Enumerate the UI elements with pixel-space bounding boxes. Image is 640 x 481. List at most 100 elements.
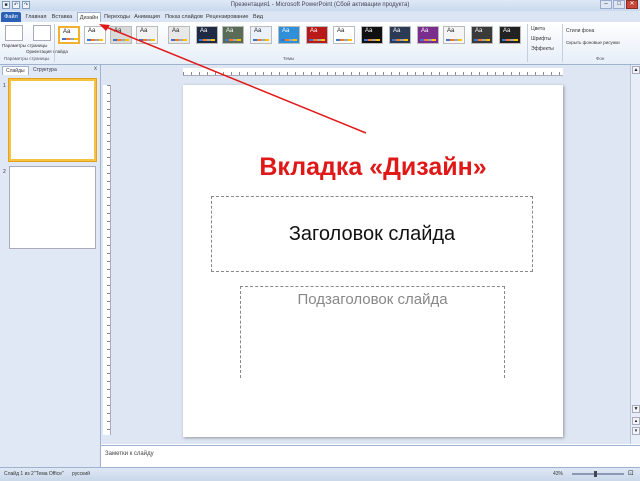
- theme-thumbnail[interactable]: Aa: [110, 26, 132, 44]
- tab-transitions[interactable]: Переходы: [104, 12, 130, 22]
- theme-thumbnail[interactable]: Aa: [499, 26, 521, 44]
- theme-color-bar: [87, 39, 103, 41]
- theme-color-bar: [225, 39, 241, 41]
- theme-sample: Aa: [365, 28, 373, 34]
- theme-sample: Aa: [63, 29, 71, 35]
- theme-color-bar: [171, 39, 187, 41]
- slide-thumbnail-1[interactable]: [9, 79, 96, 161]
- theme-sample: Aa: [226, 28, 234, 34]
- tab-review[interactable]: Рецензирование: [206, 12, 248, 22]
- undo-icon[interactable]: ↶: [12, 1, 20, 9]
- tab-view[interactable]: Вид: [251, 12, 265, 22]
- theme-sample: Aa: [172, 28, 180, 34]
- scroll-down-icon[interactable]: ▼: [632, 405, 640, 413]
- theme-thumbnail[interactable]: Aa: [417, 26, 439, 44]
- horizontal-ruler: [183, 68, 563, 76]
- close-panel-icon[interactable]: x: [94, 66, 97, 72]
- theme-color-bar: [474, 39, 490, 41]
- background-group-label: Фон: [596, 56, 605, 61]
- theme-thumbnail[interactable]: Aa: [222, 26, 244, 44]
- theme-thumbnail[interactable]: Aa: [361, 26, 383, 44]
- theme-color-bar: [62, 38, 78, 40]
- vertical-scrollbar[interactable]: ▲ ▼ ▴ ▾: [630, 65, 640, 444]
- background-styles-button[interactable]: Стили фона: [566, 28, 594, 34]
- maximize-button[interactable]: □: [613, 0, 625, 9]
- minimize-button[interactable]: –: [600, 0, 612, 9]
- previous-slide-icon[interactable]: ▴: [632, 417, 640, 425]
- theme-sample: Aa: [114, 28, 122, 34]
- theme-thumbnail[interactable]: Aa: [471, 26, 493, 44]
- theme-sample: Aa: [475, 28, 483, 34]
- group-separator: [562, 24, 563, 62]
- title-bar: ■ ↶ ↷ Презентация1 - Microsoft PowerPoin…: [0, 0, 640, 11]
- close-button[interactable]: ✕: [626, 0, 638, 9]
- theme-color-bar: [113, 39, 129, 41]
- slide-canvas[interactable]: Вкладка «Дизайн» Заголовок слайда Подзаг…: [183, 85, 563, 437]
- tab-slides[interactable]: Слайды: [2, 66, 29, 75]
- theme-colors-option[interactable]: Цвета: [531, 26, 545, 32]
- quick-access-toolbar: ■ ↶ ↷: [2, 1, 30, 9]
- theme-sample: Aa: [503, 28, 511, 34]
- tab-animations[interactable]: Анимация: [133, 12, 161, 22]
- page-setup-icon[interactable]: [5, 25, 23, 41]
- theme-thumbnail[interactable]: Aa: [136, 26, 158, 44]
- status-bar: Слайд 1 из 2 "Тема Office" русский 43% ⊡: [0, 467, 640, 481]
- zoom-level[interactable]: 43%: [553, 471, 563, 477]
- tab-insert[interactable]: Вставка: [50, 12, 74, 22]
- next-slide-icon[interactable]: ▾: [632, 427, 640, 435]
- page-setup-button-label: Параметры страницы: [2, 43, 48, 48]
- theme-color-bar: [199, 39, 215, 41]
- slide-number: 2: [3, 169, 6, 175]
- tab-slideshow[interactable]: Показ слайдов: [165, 12, 203, 22]
- hide-background-graphics-checkbox[interactable]: Скрыть фоновые рисунки: [566, 40, 620, 45]
- notes-pane[interactable]: Заметки к слайду: [101, 445, 640, 468]
- theme-color-bar: [420, 39, 436, 41]
- zoom-slider-handle[interactable]: [594, 471, 597, 477]
- theme-color-bar: [502, 39, 518, 41]
- ribbon: Параметры страницы Ориентация слайда Пар…: [0, 22, 640, 65]
- theme-sample: Aa: [200, 28, 208, 34]
- theme-color-bar: [309, 39, 325, 41]
- theme-sample: Aa: [337, 28, 345, 34]
- notes-placeholder: Заметки к слайду: [105, 451, 154, 457]
- theme-color-bar: [139, 39, 155, 41]
- theme-sample: Aa: [447, 28, 455, 34]
- theme-thumbnail[interactable]: Aa: [168, 26, 190, 44]
- tab-home[interactable]: Главная: [24, 12, 48, 22]
- slide-thumbnail-2[interactable]: [9, 166, 96, 249]
- theme-sample: Aa: [282, 28, 290, 34]
- tab-file[interactable]: Файл: [1, 12, 21, 22]
- theme-color-bar: [336, 39, 352, 41]
- theme-thumbnail[interactable]: Aa: [443, 26, 465, 44]
- theme-thumbnail[interactable]: Aa: [196, 26, 218, 44]
- slides-panel: Слайды Структура x 1 2: [0, 65, 101, 467]
- slide-orientation-icon[interactable]: [33, 25, 51, 41]
- theme-fonts-option[interactable]: Шрифты: [531, 36, 551, 42]
- tab-design[interactable]: Дизайн: [77, 12, 101, 22]
- theme-thumbnail[interactable]: Aa: [389, 26, 411, 44]
- theme-sample: Aa: [393, 28, 401, 34]
- title-placeholder[interactable]: Заголовок слайда: [211, 196, 533, 272]
- zoom-slider[interactable]: [572, 471, 624, 477]
- theme-effects-option[interactable]: Эффекты: [531, 46, 554, 52]
- window-controls: – □ ✕: [600, 0, 638, 9]
- theme-color-bar: [392, 39, 408, 41]
- theme-thumbnail[interactable]: Aa: [278, 26, 300, 44]
- theme-thumbnail[interactable]: Aa: [250, 26, 272, 44]
- window-title: Презентация1 - Microsoft PowerPoint (Сбо…: [230, 2, 410, 8]
- vertical-ruler: [103, 85, 111, 435]
- theme-thumbnail[interactable]: Aa: [84, 26, 106, 44]
- fit-to-window-icon[interactable]: ⊡: [628, 469, 634, 477]
- theme-sample: Aa: [88, 28, 96, 34]
- save-icon[interactable]: ■: [2, 1, 10, 9]
- scroll-up-icon[interactable]: ▲: [632, 66, 640, 74]
- theme-thumbnail[interactable]: Aa: [333, 26, 355, 44]
- language-indicator[interactable]: русский: [72, 471, 90, 477]
- theme-thumbnail[interactable]: Aa: [58, 26, 80, 44]
- theme-thumbnail[interactable]: Aa: [306, 26, 328, 44]
- subtitle-placeholder[interactable]: Подзаголовок слайда: [240, 286, 505, 378]
- tab-outline[interactable]: Структура: [30, 66, 60, 74]
- redo-icon[interactable]: ↷: [22, 1, 30, 9]
- theme-sample: Aa: [421, 28, 429, 34]
- theme-color-bar: [364, 39, 380, 41]
